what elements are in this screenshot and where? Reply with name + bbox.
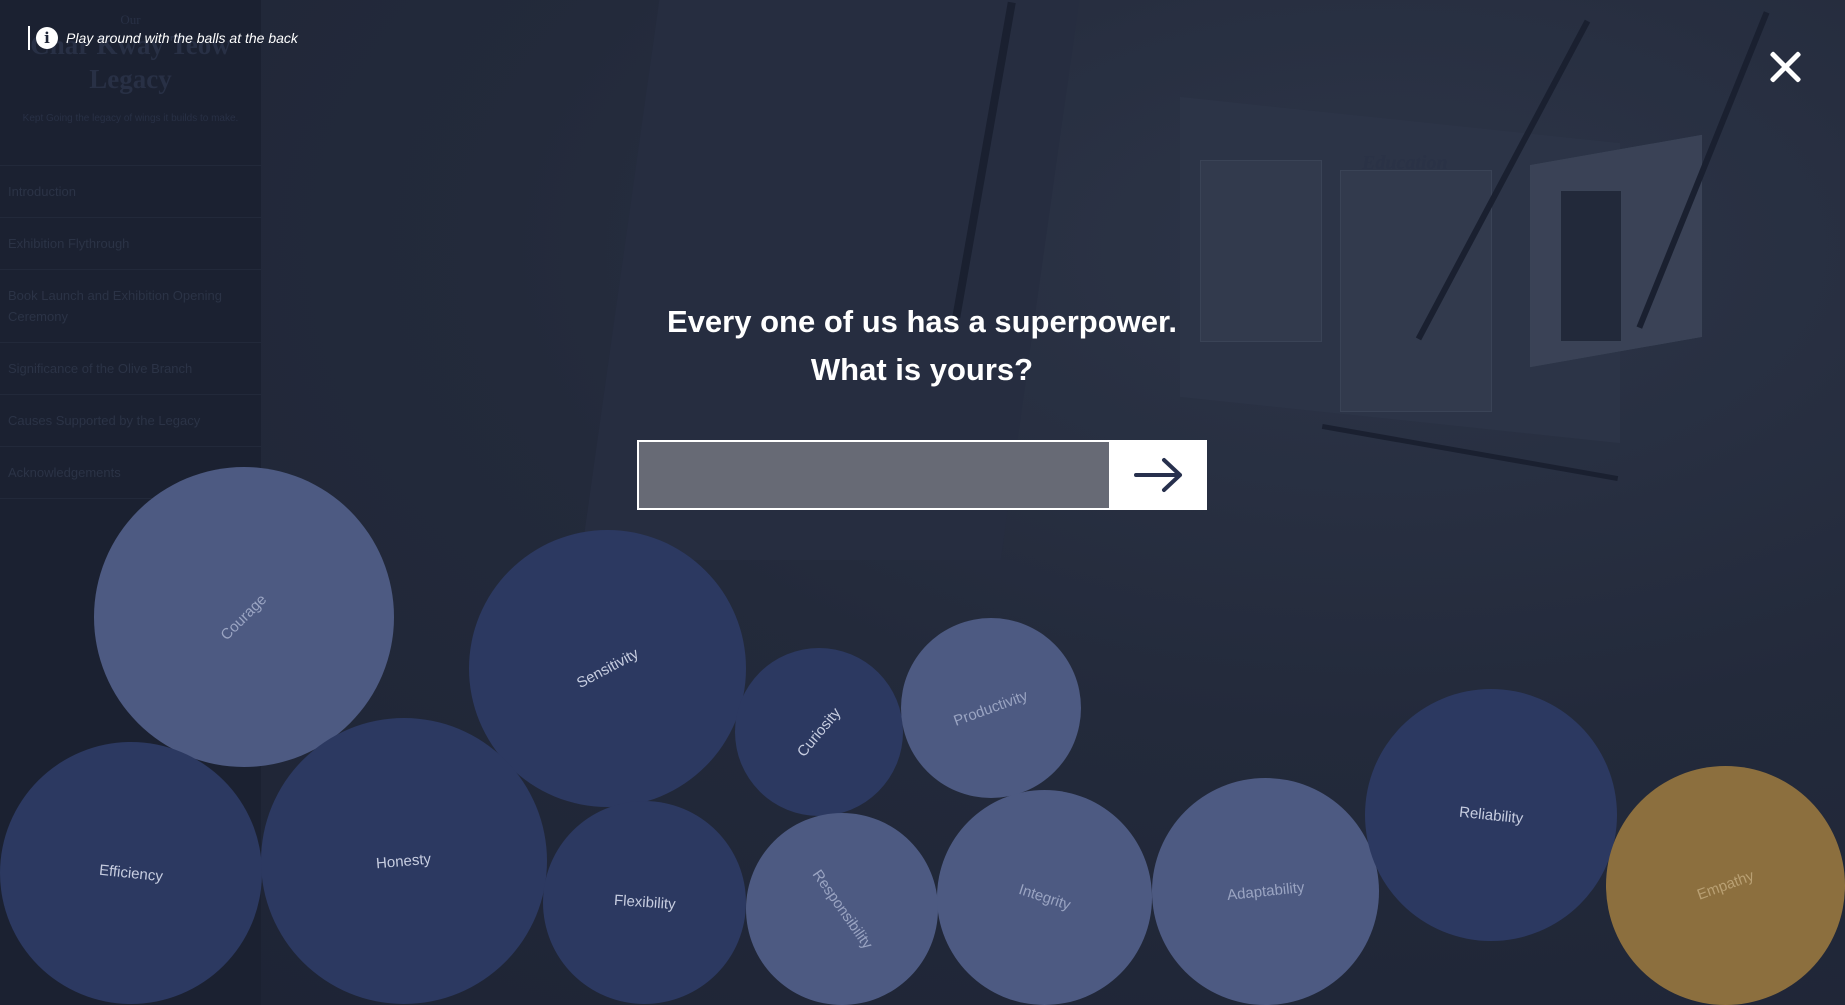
ball-label: Sensitivity bbox=[573, 645, 642, 692]
ball-integrity[interactable]: Integrity bbox=[937, 790, 1152, 1005]
ball-label: Honesty bbox=[375, 850, 433, 872]
ball-label: Empathy bbox=[1694, 867, 1757, 904]
ball-label: Integrity bbox=[1016, 881, 1073, 914]
ball-label: Courage bbox=[217, 590, 271, 644]
ball-label: Curiosity bbox=[793, 704, 845, 760]
ball-label: Responsibility bbox=[808, 866, 876, 952]
divider bbox=[0, 342, 261, 343]
ball-curiosity[interactable]: Curiosity bbox=[735, 648, 903, 816]
ball-label: Reliability bbox=[1458, 803, 1524, 827]
ball-honesty[interactable]: Honesty bbox=[261, 718, 547, 1004]
submit-button[interactable] bbox=[1111, 440, 1207, 510]
close-icon[interactable] bbox=[1768, 50, 1802, 84]
ball-label: Productivity bbox=[951, 686, 1031, 730]
ball-adaptability[interactable]: Adaptability bbox=[1152, 778, 1379, 1005]
divider bbox=[0, 165, 261, 166]
sidebar-item-exhibition-flythrough[interactable]: Exhibition Flythrough bbox=[8, 233, 248, 254]
prompt-heading: Every one of us has a superpower. What i… bbox=[622, 298, 1222, 394]
superpower-form bbox=[637, 440, 1207, 510]
prompt-line-2: What is yours? bbox=[810, 352, 1034, 387]
ball-label: Efficiency bbox=[98, 861, 164, 885]
divider bbox=[0, 217, 261, 218]
ball-courage[interactable]: Courage bbox=[94, 467, 394, 767]
ball-reliability[interactable]: Reliability bbox=[1365, 689, 1617, 941]
ball-empathy[interactable]: Empathy bbox=[1606, 766, 1845, 1005]
ball-label: Adaptability bbox=[1226, 878, 1305, 905]
divider bbox=[0, 394, 261, 395]
ball-productivity[interactable]: Productivity bbox=[901, 618, 1081, 798]
sidebar-item-introduction[interactable]: Introduction bbox=[8, 181, 248, 202]
arrow-right-icon bbox=[1134, 458, 1182, 492]
ball-responsibility[interactable]: Responsibility bbox=[746, 813, 938, 1005]
info-icon: i bbox=[36, 27, 58, 49]
ball-efficiency[interactable]: Efficiency bbox=[0, 742, 262, 1004]
ball-flexibility[interactable]: Flexibility bbox=[543, 801, 746, 1004]
ball-label: Flexibility bbox=[613, 891, 676, 914]
sidebar-item-olive-branch[interactable]: Significance of the Olive Branch bbox=[8, 358, 248, 379]
sidebar-item-causes[interactable]: Causes Supported by the Legacy bbox=[8, 410, 248, 431]
tip-banner: i Play around with the balls at the back bbox=[28, 26, 298, 50]
sidebar-item-book-launch[interactable]: Book Launch and Exhibition Opening Cerem… bbox=[8, 285, 248, 327]
prompt-line-1: Every one of us has a superpower. bbox=[667, 304, 1177, 339]
divider bbox=[0, 446, 261, 447]
education-sign: Education bbox=[1362, 152, 1448, 174]
divider bbox=[0, 269, 261, 270]
tip-text: Play around with the balls at the back bbox=[66, 30, 298, 46]
superpower-input[interactable] bbox=[637, 440, 1111, 510]
brand-description: Kept Going the legacy of wings it builds… bbox=[22, 113, 239, 124]
